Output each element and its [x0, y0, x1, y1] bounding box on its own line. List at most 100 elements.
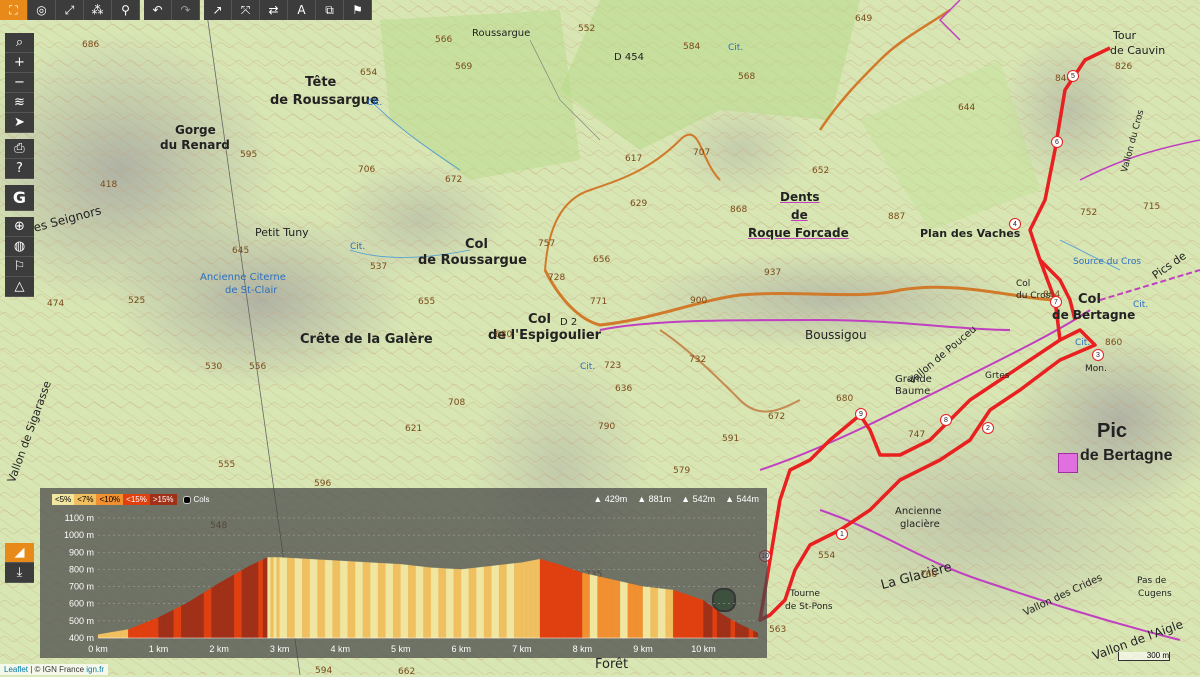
route-waypoint-8[interactable]: 8	[940, 414, 952, 426]
map-place-label: Mon.	[1085, 364, 1107, 374]
altitude-label: 652	[812, 166, 830, 176]
download-button[interactable]: ⤓	[5, 563, 34, 583]
map-place-label: Col	[528, 312, 551, 327]
crosshair-button[interactable]: ⊕	[5, 217, 34, 237]
locate-button[interactable]: ➤	[5, 113, 34, 133]
x-tick-label: 7 km	[512, 644, 532, 654]
map-place-label: de	[791, 208, 808, 222]
merge-button[interactable]: ⧉	[316, 0, 344, 20]
map-place-label: Grtes	[985, 371, 1010, 381]
fullscreen-button[interactable]: ⛶	[0, 0, 28, 20]
elevation-segment	[158, 613, 167, 639]
undo-button[interactable]: ↶	[144, 0, 172, 20]
cistern-poi[interactable]: Cit.	[350, 242, 365, 252]
altitude-label: 706	[358, 165, 376, 175]
cistern-poi[interactable]: Cit.	[728, 43, 743, 53]
globe-button[interactable]: ◍	[5, 237, 34, 257]
y-tick-label: 800 m	[69, 564, 94, 574]
elevation-segment	[423, 566, 432, 639]
elevation-profile-panel[interactable]: <5% <7% <10% <15% >15% Cols ▲ 429m ▲ 881m ▲ 542…	[40, 488, 767, 658]
cistern-poi[interactable]: Cit.	[367, 98, 382, 108]
altitude-label: 728	[548, 273, 566, 283]
elevation-segment	[716, 610, 722, 639]
altitude-label: 672	[768, 412, 786, 422]
summit-marker-icon[interactable]	[1058, 453, 1078, 473]
altitude-label: 752	[1080, 208, 1098, 218]
altitude-label: 591	[722, 434, 740, 444]
search-button[interactable]: ⌕	[5, 33, 34, 53]
y-tick-label: 1000 m	[64, 530, 94, 540]
hide-button[interactable]: ◎	[28, 0, 56, 20]
map-place-label: glacière	[900, 519, 940, 530]
reverse-button[interactable]: ⇄	[260, 0, 288, 20]
altitude-label: 708	[448, 398, 466, 408]
cistern-poi[interactable]: Cit.	[1075, 338, 1090, 348]
redo-button[interactable]: ↷	[172, 0, 200, 20]
elevation-segment	[695, 597, 704, 639]
elevation-segment	[317, 559, 326, 639]
cistern-poi[interactable]: Cit.	[580, 362, 595, 372]
elevation-segment	[526, 560, 532, 639]
route-waypoint-7[interactable]: 7	[1050, 296, 1062, 308]
marker-button[interactable]: ⚑	[344, 0, 372, 20]
elevation-chart[interactable]: 1100 m 1000 m 900 m 800 m 700 m 600 m 500 m 400…	[40, 488, 767, 658]
attribution-sep: | © IGN France	[28, 665, 87, 674]
altitude-label: 686	[82, 40, 100, 50]
altitude-label: 556	[249, 362, 267, 372]
leaflet-link[interactable]: Leaflet	[4, 665, 28, 674]
map-scale-bar: 300 m	[1118, 652, 1170, 661]
elevation-segment	[726, 616, 731, 639]
x-tick-label: 2 km	[209, 644, 229, 654]
toolbar-group-history: ↶ ↷	[144, 0, 200, 20]
zoom-in-button[interactable]: +	[5, 53, 34, 73]
zoom-out-button[interactable]: −	[5, 73, 34, 93]
altitude-label: 474	[47, 299, 65, 309]
fullscreen-icon: ⛶	[9, 2, 18, 17]
help-button[interactable]: ?	[5, 159, 34, 179]
bike-button[interactable]: ⚲	[112, 0, 140, 20]
elevation-segment	[347, 561, 356, 639]
route-button[interactable]: ⤢	[56, 0, 84, 20]
elevation-segment	[597, 576, 606, 639]
split-button[interactable]: ⤧	[232, 0, 260, 20]
print-button[interactable]: ⎙	[5, 139, 34, 159]
altitude-label: 579	[673, 466, 691, 476]
route-waypoint-2[interactable]: 2	[982, 422, 994, 434]
map-place-label: de Roussargue	[270, 93, 379, 108]
altitude-label: 723	[604, 361, 622, 371]
route-waypoint-4[interactable]: 4	[1009, 218, 1021, 230]
y-tick-label: 600 m	[69, 599, 94, 609]
waypoints-button[interactable]: ⁂	[84, 0, 112, 20]
altitude-label: 672	[445, 175, 463, 185]
cistern-poi[interactable]: Cit.	[1133, 300, 1148, 310]
map-place-label: Plan des Vaches	[920, 227, 1021, 240]
locate-icon: ➤	[14, 115, 25, 130]
mountain-icon: △	[14, 279, 25, 294]
hiker-button[interactable]: ⚐	[5, 257, 34, 277]
add-point-button[interactable]: ↗	[204, 0, 232, 20]
route-waypoint-1[interactable]: 1	[836, 528, 848, 540]
elevation-segment	[604, 577, 613, 639]
route-waypoint-6[interactable]: 6	[1051, 136, 1063, 148]
map-place-label: Col	[465, 237, 488, 252]
download-icon: ⤓	[16, 565, 23, 580]
layers-button[interactable]: ≋	[5, 93, 34, 113]
elevation-segment	[564, 566, 571, 639]
elevation-segment	[620, 581, 628, 639]
sidebar-group: G	[5, 185, 34, 211]
route-waypoint-3[interactable]: 3	[1092, 349, 1104, 361]
elevation-segment	[530, 559, 536, 639]
route-waypoint-9[interactable]: 9	[855, 408, 867, 420]
elevation-segment	[453, 568, 462, 639]
elevation-chart-button[interactable]: ◢	[5, 543, 34, 563]
route-waypoint-5[interactable]: 5	[1067, 70, 1079, 82]
altitude-label: 645	[232, 246, 250, 256]
translate-button[interactable]: A	[288, 0, 316, 20]
ign-link[interactable]: ign.fr	[86, 665, 104, 674]
x-tick-label: 4 km	[330, 644, 350, 654]
google-button[interactable]: G	[5, 185, 34, 211]
x-tick-label: 5 km	[391, 644, 411, 654]
sidebar-group: ⎙?	[5, 139, 34, 179]
mountain-button[interactable]: △	[5, 277, 34, 297]
elevation-segment	[279, 557, 288, 639]
